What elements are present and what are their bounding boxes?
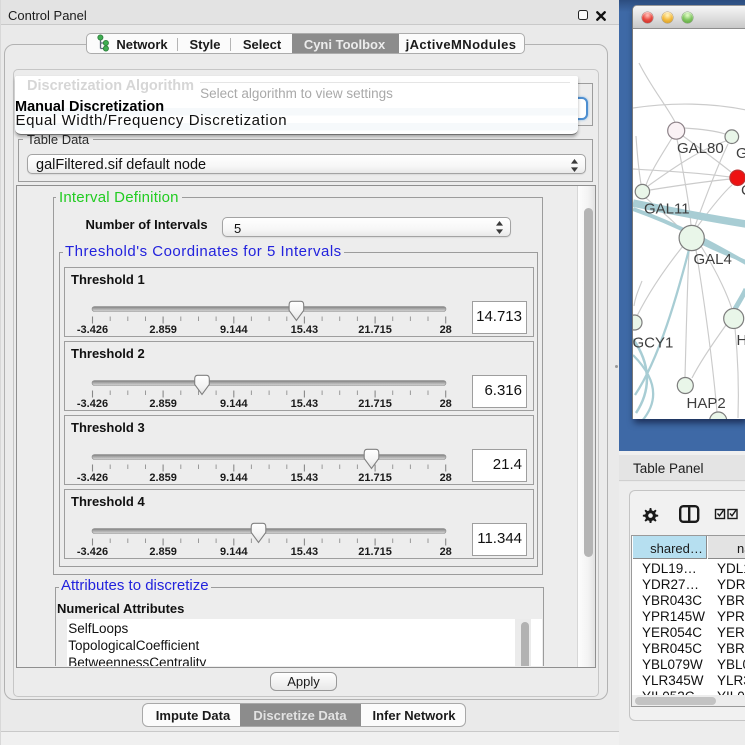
svg-text:21.715: 21.715 [358,546,392,558]
svg-text:28: 28 [440,472,452,484]
svg-text:15.43: 15.43 [291,324,319,336]
svg-text:GA: GA [736,145,745,162]
svg-text:2.859: 2.859 [149,546,177,558]
svg-text:GCY1: GCY1 [633,335,673,352]
svg-text:GAL11: GAL11 [644,201,690,218]
svg-text:C: C [741,182,745,199]
svg-text:2.859: 2.859 [149,398,177,410]
svg-text:28: 28 [440,324,452,336]
svg-text:2.859: 2.859 [149,472,177,484]
svg-text:21.715: 21.715 [358,324,392,336]
svg-text:21.715: 21.715 [358,472,392,484]
svg-text:28: 28 [440,546,452,558]
svg-text:21.715: 21.715 [358,398,392,410]
svg-text:HAP2: HAP2 [687,395,726,412]
svg-text:2.859: 2.859 [149,324,177,336]
svg-text:15.43: 15.43 [291,398,319,410]
svg-text:H: H [737,332,745,349]
svg-text:GAL80: GAL80 [677,140,724,157]
svg-text:-3.426: -3.426 [77,324,108,336]
svg-text:9.144: 9.144 [220,398,248,410]
svg-text:15.43: 15.43 [291,546,319,558]
svg-text:28: 28 [440,398,452,410]
svg-text:GAL4: GAL4 [694,251,732,268]
svg-text:9.144: 9.144 [220,324,248,336]
svg-text:15.43: 15.43 [291,472,319,484]
svg-text:-3.426: -3.426 [77,398,108,410]
svg-text:9.144: 9.144 [220,546,248,558]
svg-text:9.144: 9.144 [220,472,248,484]
svg-text:-3.426: -3.426 [77,472,108,484]
svg-text:-3.426: -3.426 [77,546,108,558]
